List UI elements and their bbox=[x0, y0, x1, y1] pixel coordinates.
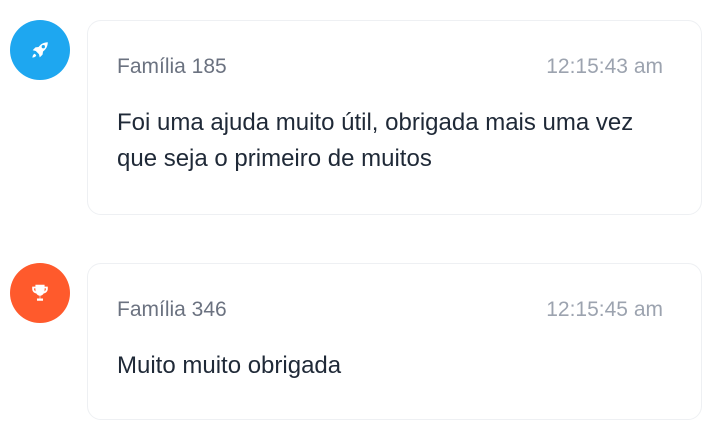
message-header: Família 346 12:15:45 am bbox=[117, 298, 663, 322]
avatar bbox=[10, 20, 70, 80]
message-timestamp: 12:15:43 am bbox=[546, 55, 663, 78]
avatar bbox=[10, 263, 70, 323]
trophy-icon bbox=[29, 282, 51, 304]
message-header: Família 185 12:15:43 am bbox=[117, 55, 663, 79]
sender-name: Família 346 bbox=[117, 298, 227, 321]
rocket-icon bbox=[29, 39, 51, 61]
message-text: Foi uma ajuda muito útil, obrigada mais … bbox=[117, 109, 634, 172]
message-feed: Família 185 12:15:43 am Foi uma ajuda mu… bbox=[0, 0, 720, 432]
sender-name: Família 185 bbox=[117, 55, 227, 78]
message-text: Muito muito obrigada bbox=[117, 352, 342, 379]
message-card: Família 346 12:15:45 am Muito muito obri… bbox=[87, 263, 702, 420]
message-timestamp: 12:15:45 am bbox=[546, 298, 663, 321]
message-card: Família 185 12:15:43 am Foi uma ajuda mu… bbox=[87, 20, 702, 215]
